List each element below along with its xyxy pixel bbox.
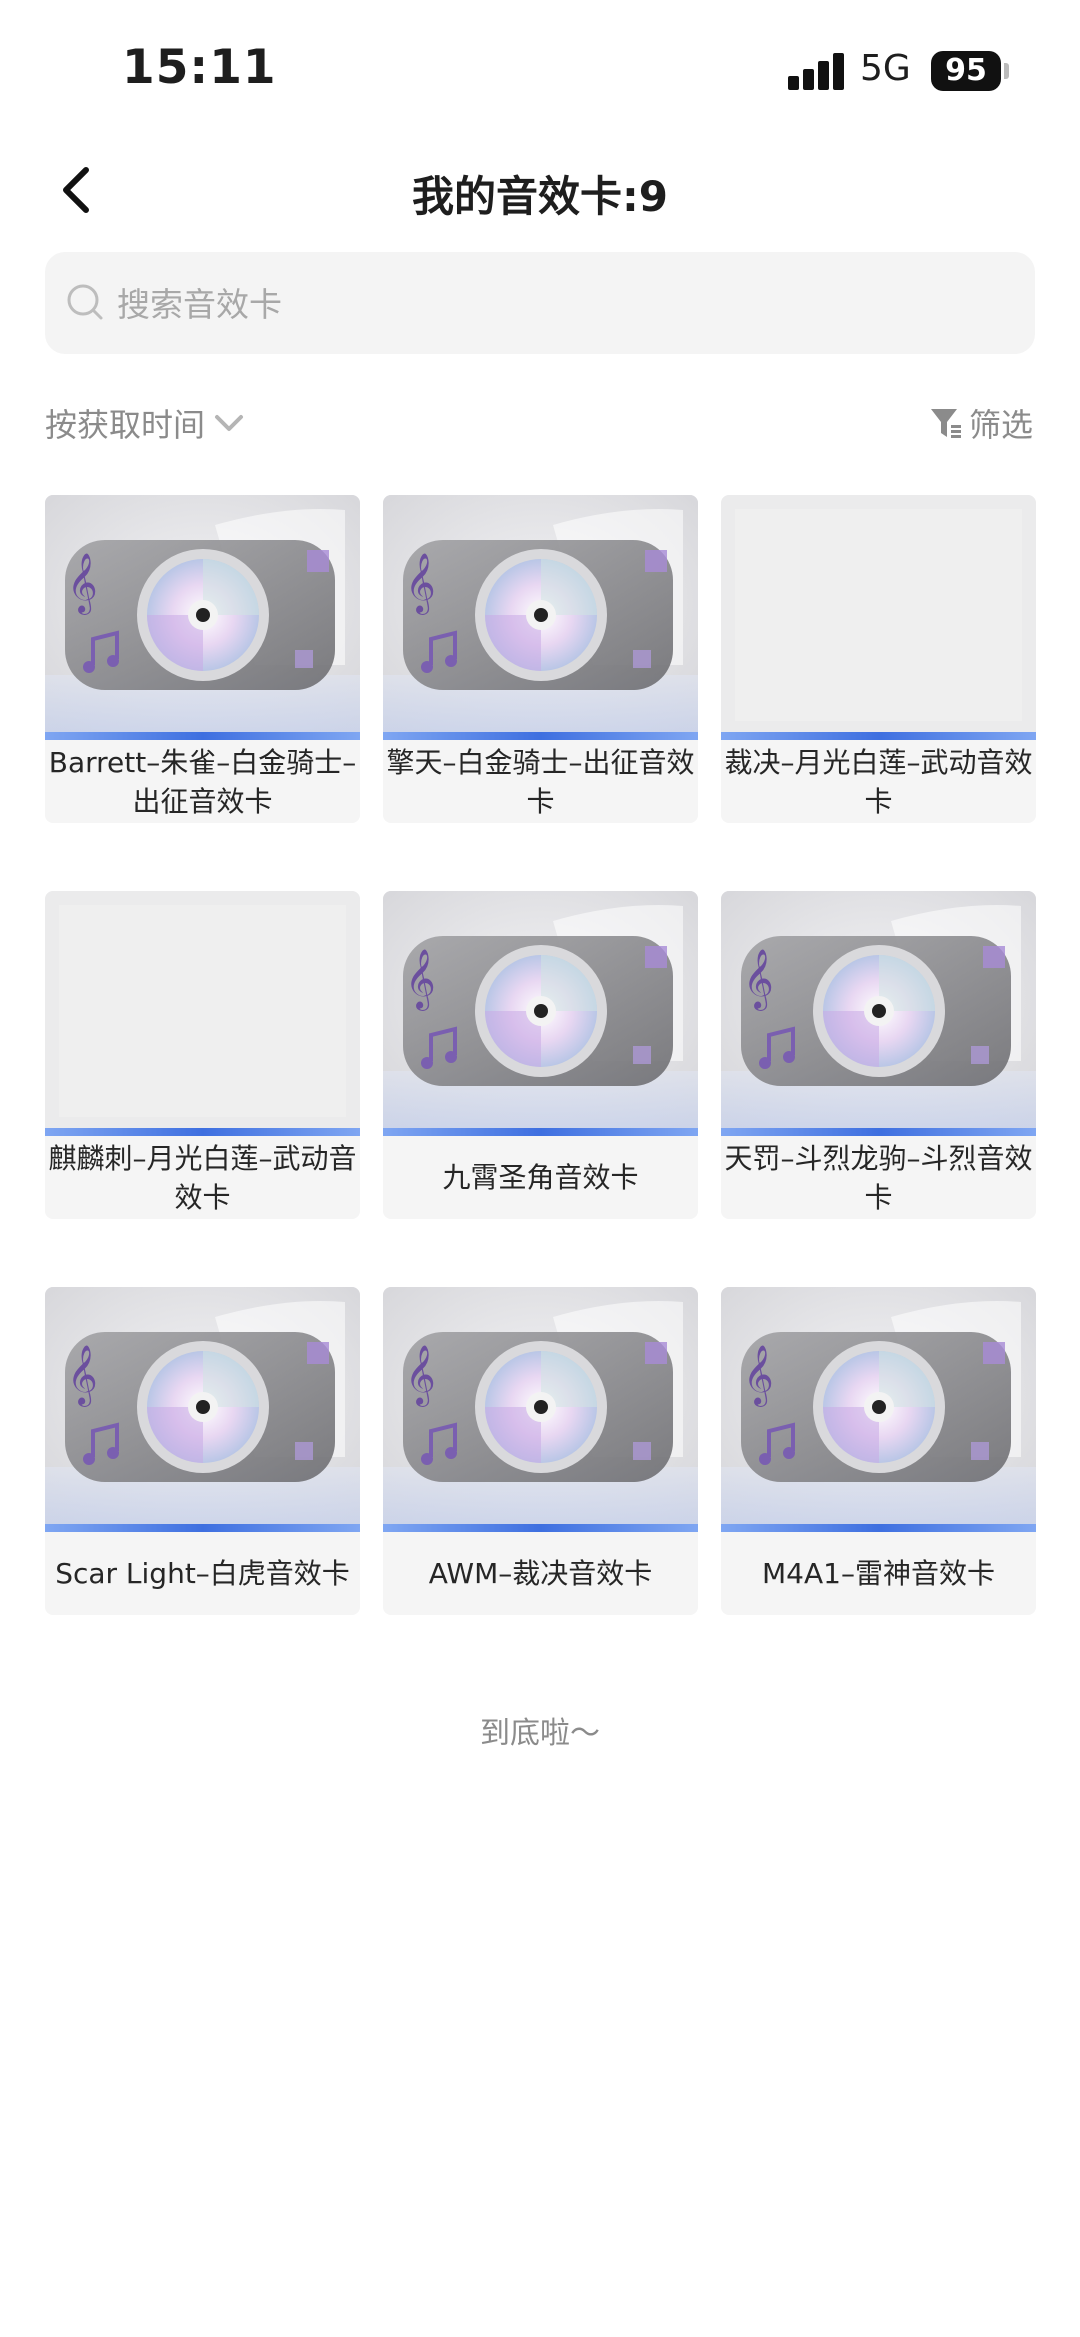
music-disc-icon: 𝄞 (721, 891, 1036, 1128)
sound-card-label: 天罚–斗烈龙驹–斗烈音效卡 (724, 1141, 1033, 1214)
search-input[interactable] (115, 272, 1019, 336)
sound-card[interactable]: 𝄞 AWM–裁决音效卡 (383, 1287, 698, 1615)
accent-bar (383, 1524, 698, 1532)
svg-text:𝄞: 𝄞 (67, 553, 98, 615)
accent-bar (383, 732, 698, 740)
filter-icon (930, 409, 961, 438)
sound-card-thumbnail: 𝄞 (45, 1287, 360, 1532)
accent-bar (721, 732, 1036, 740)
sound-card-label: 擎天–白金骑士–出征音效卡 (386, 745, 695, 818)
sound-card[interactable]: 𝄞 Scar Light–白虎音效卡 (45, 1287, 360, 1615)
sound-card-thumbnail: 𝄞 (45, 495, 360, 740)
sort-dropdown[interactable]: 按获取时间 (45, 400, 245, 446)
accent-bar (383, 1128, 698, 1136)
status-time: 15:11 (122, 40, 277, 95)
svg-text:𝄞: 𝄞 (405, 1345, 436, 1407)
placeholder-image (59, 905, 346, 1117)
sound-card-label: M4A1–雷神音效卡 (762, 1557, 995, 1590)
sound-card-label: 九霄圣角音效卡 (442, 1161, 639, 1194)
battery-level: 95 (945, 53, 987, 88)
svg-text:𝄞: 𝄞 (743, 949, 774, 1011)
signal-icon (788, 52, 846, 90)
sound-card-label: 裁决–月光白莲–武动音效卡 (724, 745, 1033, 818)
chevron-down-icon (215, 415, 244, 431)
filter-label: 筛选 (968, 406, 1033, 444)
sound-card-thumbnail: 𝄞 (383, 1287, 698, 1532)
sound-card-label: Barrett–朱雀–白金骑士–出征音效卡 (48, 745, 357, 818)
sound-card-thumbnail: 𝄞 (721, 1287, 1036, 1532)
sound-card-thumbnail: 𝄞 (383, 495, 698, 740)
sound-card[interactable]: 𝄞 M4A1–雷神音效卡 (721, 1287, 1036, 1615)
accent-bar (45, 732, 360, 740)
accent-bar (721, 1128, 1036, 1136)
battery-icon: 95 (931, 51, 1001, 91)
placeholder-image (735, 509, 1022, 721)
sound-card-thumbnail (45, 891, 360, 1136)
sound-card[interactable]: 𝄞 Barrett–朱雀–白金骑士–出征音效卡 (45, 495, 360, 823)
sound-card-label: 麒麟刺–月光白莲–武动音效卡 (48, 1141, 357, 1214)
svg-text:𝄞: 𝄞 (743, 1345, 774, 1407)
sound-card[interactable]: 裁决–月光白莲–武动音效卡 (721, 495, 1036, 823)
svg-text:𝄞: 𝄞 (405, 949, 436, 1011)
accent-bar (721, 1524, 1036, 1532)
music-disc-icon: 𝄞 (721, 1287, 1036, 1524)
sound-card[interactable]: 麒麟刺–月光白莲–武动音效卡 (45, 891, 360, 1219)
end-of-list-text: 到底啦～ (480, 1716, 600, 1751)
sound-card-thumbnail (721, 495, 1036, 740)
page-title: 我的音效卡:9 (411, 172, 669, 221)
svg-text:𝄞: 𝄞 (67, 1345, 98, 1407)
sound-card-label: AWM–裁决音效卡 (428, 1557, 653, 1590)
network-type: 5G (860, 48, 911, 89)
search-bar[interactable] (45, 252, 1035, 354)
music-disc-icon: 𝄞 (45, 495, 360, 732)
music-disc-icon: 𝄞 (383, 495, 698, 732)
battery-tip (1004, 63, 1009, 79)
sound-card-thumbnail: 𝄞 (721, 891, 1036, 1136)
sound-card[interactable]: 𝄞 天罚–斗烈龙驹–斗烈音效卡 (721, 891, 1036, 1219)
music-disc-icon: 𝄞 (45, 1287, 360, 1524)
sort-label: 按获取时间 (45, 406, 206, 444)
sound-card-label: Scar Light–白虎音效卡 (55, 1557, 350, 1590)
accent-bar (45, 1524, 360, 1532)
svg-text:𝄞: 𝄞 (405, 553, 436, 615)
accent-bar (45, 1128, 360, 1136)
sound-card[interactable]: 𝄞 擎天–白金骑士–出征音效卡 (383, 495, 698, 823)
search-icon (67, 284, 103, 320)
music-disc-icon: 𝄞 (383, 1287, 698, 1524)
sound-card[interactable]: 𝄞 九霄圣角音效卡 (383, 891, 698, 1219)
status-bar: 15:11 5G 95 (0, 0, 1080, 140)
sound-card-thumbnail: 𝄞 (383, 891, 698, 1136)
music-disc-icon: 𝄞 (383, 891, 698, 1128)
filter-button[interactable]: 筛选 (929, 400, 1033, 446)
